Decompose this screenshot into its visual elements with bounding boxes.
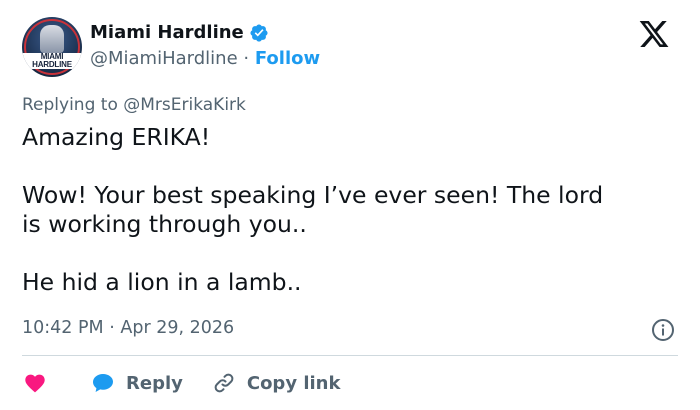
follow-button[interactable]: Follow	[255, 48, 320, 69]
tweet-timestamp[interactable]: 10:42 PM · Apr 29, 2026	[22, 317, 234, 339]
replying-to: Replying to @MrsErikaKirk	[22, 94, 246, 116]
handle-separator: ·	[243, 48, 250, 69]
copy-link-button[interactable]: Copy link	[211, 371, 341, 395]
author-name[interactable]: Miami Hardline	[90, 22, 244, 44]
tweet-line-2: Wow! Your best speaking I’ve ever seen! …	[22, 181, 604, 209]
author-name-row: Miami Hardline	[90, 22, 269, 44]
author-handle-row: @MiamiHardline · Follow	[90, 48, 320, 70]
avatar-text: MIAMI HARDLINE	[22, 53, 82, 69]
tweet-line-3: is working through you..	[22, 210, 307, 238]
tweet-line-1: Amazing ERIKA!	[22, 123, 211, 151]
replying-mention[interactable]: @MrsErikaKirk	[123, 95, 246, 115]
replying-prefix: Replying to	[22, 95, 118, 115]
tweet-text: Amazing ERIKA! Wow! Your best speaking I…	[22, 123, 682, 297]
timestamp-separator: ·	[109, 318, 115, 338]
reply-label: Reply	[126, 372, 183, 394]
tweet-card: MIAMI HARDLINE Miami Hardline @MiamiHard…	[0, 0, 700, 410]
divider	[22, 355, 678, 356]
tweet-date: Apr 29, 2026	[120, 318, 235, 338]
info-icon[interactable]	[651, 318, 675, 342]
verified-badge-icon	[250, 24, 268, 42]
reply-bubble-icon	[93, 374, 113, 392]
avatar[interactable]: MIAMI HARDLINE	[22, 17, 82, 77]
link-icon	[214, 373, 234, 393]
heart-icon[interactable]	[22, 371, 48, 395]
tweet-gap	[22, 239, 682, 268]
copy-link-label: Copy link	[246, 372, 341, 394]
author-handle[interactable]: @MiamiHardline	[90, 48, 238, 69]
reply-button[interactable]: Reply	[90, 371, 183, 395]
tweet-time: 10:42 PM	[22, 318, 104, 338]
x-logo-icon[interactable]	[637, 18, 671, 50]
action-bar: Reply Copy link	[22, 368, 340, 398]
tweet-line-4: He hid a lion in a lamb..	[22, 268, 302, 296]
tweet-gap	[22, 152, 682, 181]
